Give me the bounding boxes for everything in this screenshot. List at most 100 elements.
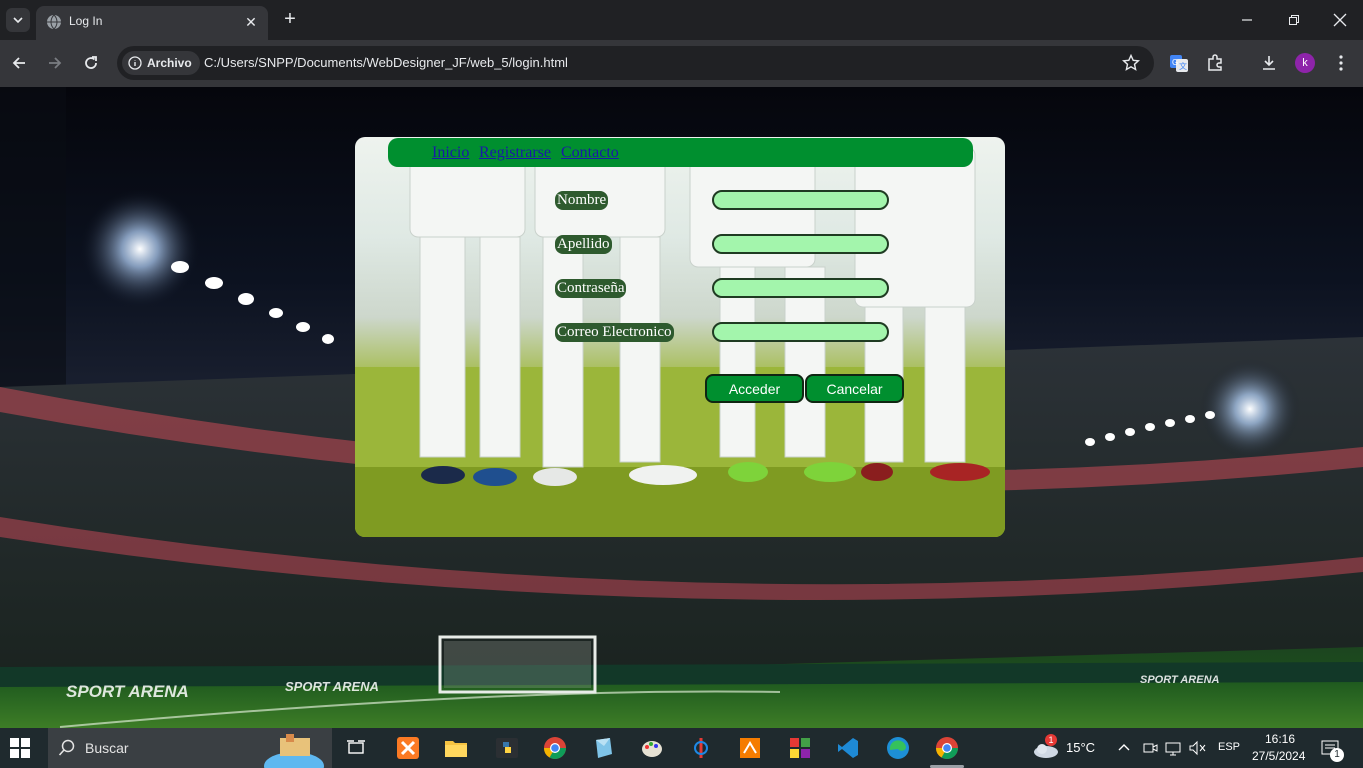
windows-start-icon[interactable] [10, 738, 30, 758]
xampp-icon [397, 737, 419, 759]
tab-strip: Log In ✕ + [0, 0, 1363, 40]
globe-icon [47, 14, 61, 30]
windows-taskbar: Buscar 1 15°C ESP 16:16 27/5/2024 1 [0, 728, 1363, 768]
chrome-icon [544, 737, 566, 759]
taskbar-app-generic-2[interactable] [688, 735, 714, 761]
tab-search-button[interactable] [6, 8, 30, 32]
network-icon[interactable] [1164, 739, 1182, 757]
vscode-icon [838, 738, 858, 758]
search-placeholder: Buscar [85, 740, 129, 756]
contrasena-input[interactable] [712, 278, 889, 298]
login-card: Inicio Registrarse Contacto Nombre Apell… [355, 137, 1005, 537]
browser-tab[interactable]: Log In ✕ [36, 6, 268, 40]
restore-button[interactable] [1284, 10, 1304, 30]
reload-button[interactable] [80, 52, 102, 74]
taskbar-app-python[interactable] [494, 735, 520, 761]
chevron-down-icon [13, 17, 23, 24]
clock-time[interactable]: 16:16 [1265, 732, 1295, 746]
puzzle-icon [1208, 54, 1222, 71]
chevron-up-icon[interactable] [1118, 742, 1130, 752]
bookmark-star-icon[interactable] [1122, 54, 1140, 72]
paint-icon [642, 741, 662, 757]
input-language[interactable]: ESP [1218, 741, 1240, 753]
soccer-players-photo [355, 146, 1005, 537]
download-icon [1263, 56, 1275, 70]
restore-icon [1289, 15, 1299, 25]
clock-date[interactable]: 27/5/2024 [1252, 749, 1305, 763]
site-info-chip[interactable]: Archivo [122, 51, 200, 75]
weather-temperature[interactable]: 15°C [1066, 740, 1095, 755]
acceder-button[interactable]: Acceder [705, 374, 804, 403]
arrow-left-icon [12, 57, 25, 69]
page-viewport: SPORT ARENA SPORT ARENA SPORT ARENA Inic… [0, 87, 1363, 728]
arrow-right-icon [49, 57, 62, 69]
minimize-icon [1242, 19, 1252, 21]
taskbar-app-generic-1[interactable] [591, 735, 617, 761]
site-info-label: Archivo [147, 56, 192, 70]
taskbar-app-chrome[interactable] [542, 735, 568, 761]
notification-count: 1 [1330, 748, 1344, 762]
downloads-button[interactable] [1258, 52, 1280, 74]
svg-text:SPORT ARENA: SPORT ARENA [1140, 674, 1220, 686]
chrome-icon [936, 737, 958, 759]
close-tab-icon[interactable]: ✕ [242, 13, 260, 31]
svg-text:SPORT ARENA: SPORT ARENA [285, 679, 379, 694]
taskbar-app-file-explorer[interactable] [443, 735, 469, 761]
profile-button[interactable]: k [1294, 52, 1316, 74]
search-icon [58, 739, 75, 756]
app-icon [740, 738, 760, 758]
back-button[interactable] [8, 52, 30, 74]
nav-link-registrarse[interactable]: Registrarse [479, 144, 551, 162]
apellido-label: Apellido [555, 235, 612, 254]
tab-title: Log In [69, 14, 103, 28]
extensions-button[interactable] [1204, 52, 1226, 74]
chrome-menu-button[interactable] [1330, 52, 1352, 74]
cancelar-button[interactable]: Cancelar [805, 374, 904, 403]
meet-now-icon[interactable] [1142, 739, 1158, 757]
app-icon [694, 738, 708, 758]
nombre-input[interactable] [712, 190, 889, 210]
taskbar-app-generic-4[interactable] [787, 735, 813, 761]
close-icon [1333, 13, 1347, 27]
google-translate-button[interactable]: G文 [1168, 52, 1190, 74]
close-window-button[interactable] [1330, 10, 1350, 30]
correo-input[interactable] [712, 322, 889, 342]
app-icon [790, 738, 810, 758]
top-nav-bar: Inicio Registrarse Contacto [388, 138, 973, 167]
more-vertical-icon [1339, 55, 1343, 71]
task-view-button[interactable] [343, 735, 369, 761]
svg-text:SPORT ARENA: SPORT ARENA [66, 682, 189, 701]
correo-label: Correo Electronico [555, 323, 674, 342]
url-text: C:/Users/SNPP/Documents/WebDesigner_JF/w… [204, 55, 568, 70]
search-highlight-illustration [264, 734, 324, 768]
new-tab-button[interactable]: + [280, 9, 300, 29]
avatar: k [1295, 53, 1315, 73]
nav-link-contacto[interactable]: Contacto [561, 144, 619, 162]
volume-muted-icon[interactable] [1188, 739, 1206, 757]
reload-icon [85, 56, 97, 69]
taskbar-app-xampp[interactable] [395, 735, 421, 761]
nombre-label: Nombre [555, 191, 609, 210]
apellido-input[interactable] [712, 234, 889, 254]
nav-link-inicio[interactable]: Inicio [432, 144, 469, 162]
python-icon [496, 738, 518, 758]
taskbar-app-paint[interactable] [639, 735, 665, 761]
translate-icon: G文 [1170, 55, 1188, 72]
app-icon [596, 738, 612, 758]
taskbar-app-chrome-active[interactable] [934, 735, 960, 761]
forward-button[interactable] [44, 52, 66, 74]
address-bar[interactable]: Archivo C:/Users/SNPP/Documents/WebDesig… [117, 46, 1154, 80]
svg-text:G: G [1172, 58, 1178, 67]
weather-badge: 1 [1045, 734, 1057, 746]
minimize-button[interactable] [1237, 10, 1257, 30]
file-explorer-icon [445, 741, 467, 757]
taskbar-search-box[interactable]: Buscar [48, 728, 332, 768]
info-icon [128, 56, 142, 70]
svg-text:文: 文 [1179, 61, 1187, 71]
browser-toolbar: Archivo C:/Users/SNPP/Documents/WebDesig… [0, 40, 1363, 87]
taskbar-app-edge[interactable] [885, 735, 911, 761]
edge-icon [887, 737, 909, 759]
taskbar-app-vscode[interactable] [835, 735, 861, 761]
contrasena-label: Contraseña [555, 279, 627, 298]
taskbar-app-generic-3[interactable] [737, 735, 763, 761]
